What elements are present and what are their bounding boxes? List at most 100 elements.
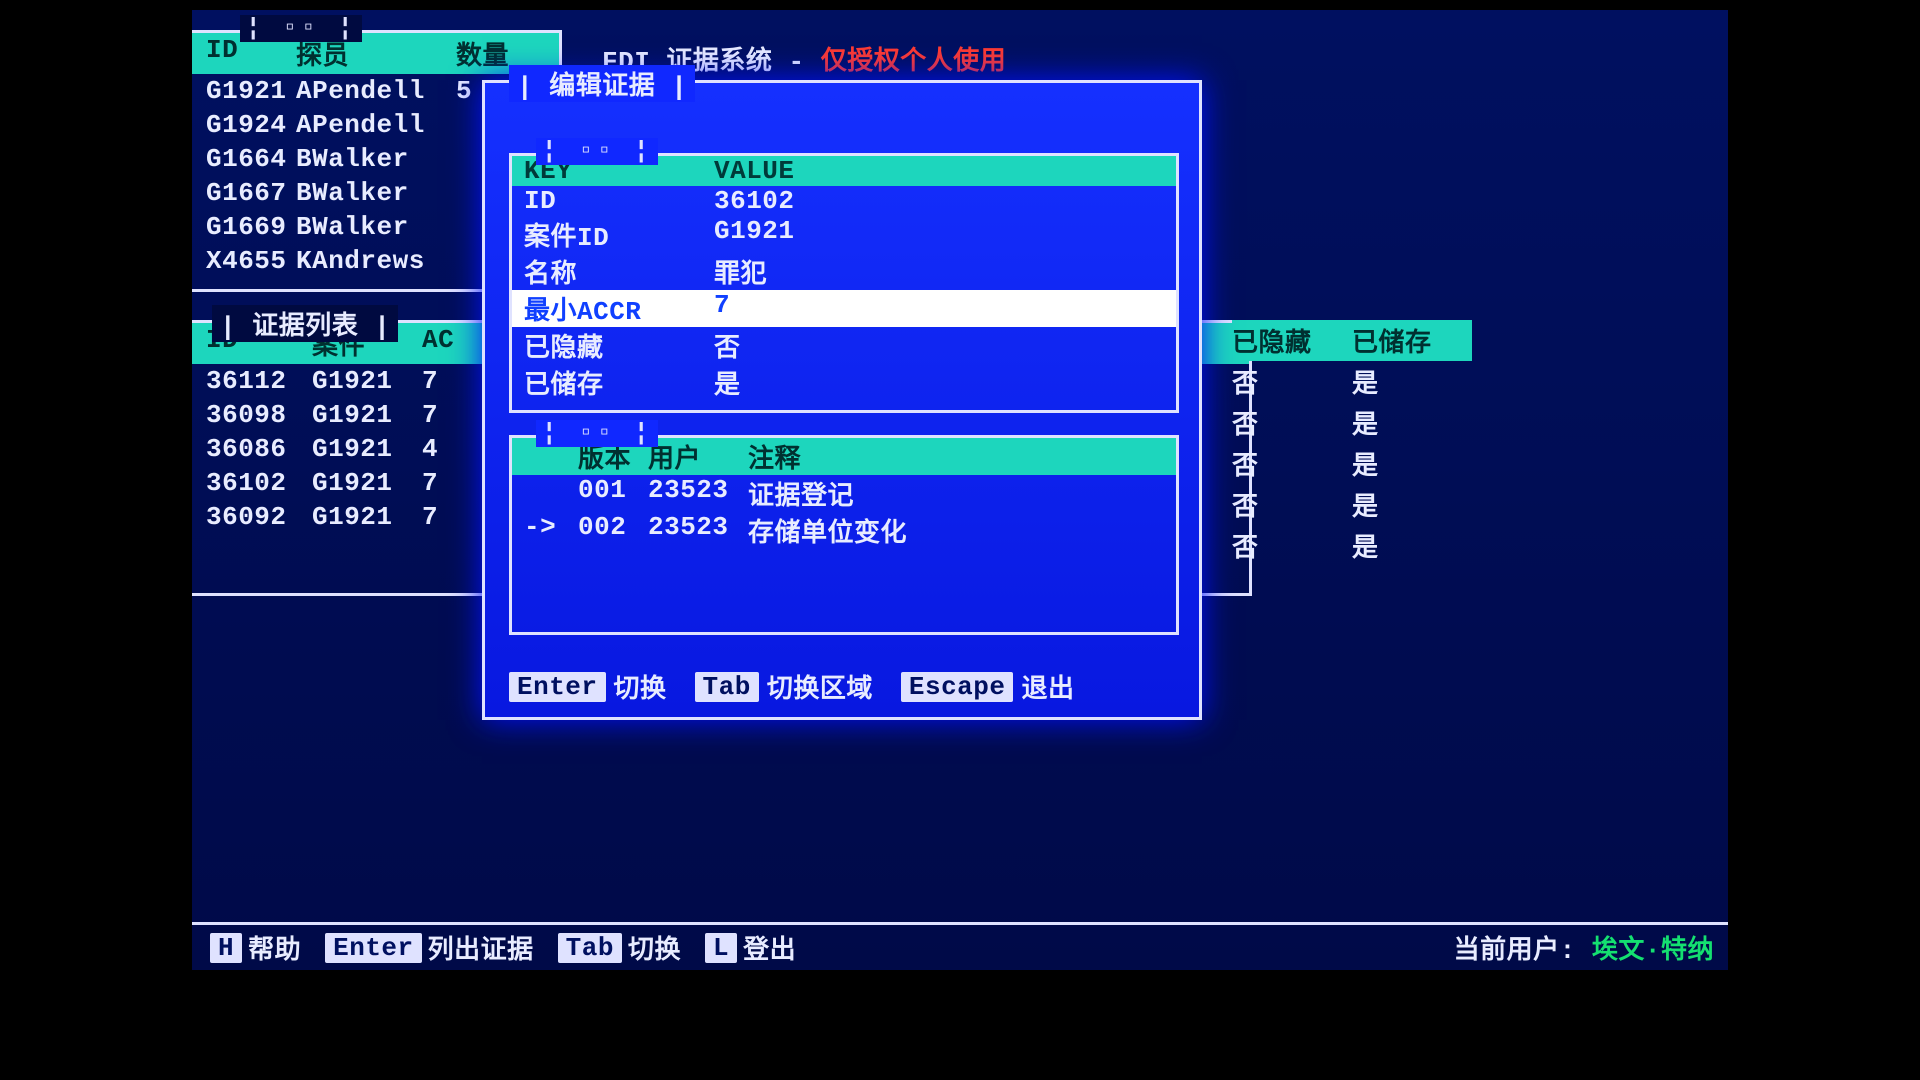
log-row[interactable]: ->00223523存储单位变化 bbox=[512, 512, 1176, 549]
modal-enter-key[interactable]: Enter bbox=[509, 672, 606, 702]
evidence-id: 36112 bbox=[206, 366, 312, 396]
kv-value: 7 bbox=[714, 290, 1164, 327]
flag-hidden: 否 bbox=[1232, 527, 1352, 564]
kv-key: 已储存 bbox=[524, 364, 714, 401]
agent-id: G1924 bbox=[206, 110, 296, 140]
flags-row: 否是 bbox=[1232, 525, 1472, 566]
evidence-case: G1921 bbox=[312, 468, 422, 498]
log-arrow-icon: -> bbox=[524, 512, 578, 549]
modal-title: | 编辑证据 | bbox=[509, 65, 695, 102]
agent-id: G1669 bbox=[206, 212, 296, 242]
evidence-log-panel: ¦ ▫▫ ¦ 版本 用户 注释 00123523证据登记->00223523存储… bbox=[509, 435, 1179, 635]
kv-key: ID bbox=[524, 186, 714, 216]
evidence-id: 36098 bbox=[206, 400, 312, 430]
agent-id: G1667 bbox=[206, 178, 296, 208]
modal-esc-label: 退出 bbox=[1021, 668, 1074, 705]
kv-value: 36102 bbox=[714, 186, 1164, 216]
terminal-screen: FDI 证据系统 - 仅授权个人使用 ¦ ▫▫ ¦ ID 探员 数量 G1921… bbox=[192, 10, 1728, 970]
col-stored: 已储存 bbox=[1352, 322, 1452, 359]
kv-row[interactable]: 已隐藏否 bbox=[512, 327, 1176, 364]
kv-key: 已隐藏 bbox=[524, 327, 714, 364]
enter-label: 列出证据 bbox=[428, 929, 534, 966]
agent-name: BWalker bbox=[296, 144, 456, 174]
log-user: 23523 bbox=[648, 512, 748, 549]
agent-id: G1921 bbox=[206, 76, 296, 106]
flag-stored: 是 bbox=[1352, 363, 1452, 400]
help-key[interactable]: H bbox=[210, 933, 242, 963]
edit-evidence-modal: | 编辑证据 | ¦ ▫▫ ¦ KEY VALUE ID36102案件IDG19… bbox=[482, 80, 1202, 720]
kv-value: 是 bbox=[714, 364, 1164, 401]
evidence-flags-panel: 已隐藏 已储存 否是否是否是否是否是 bbox=[1232, 320, 1472, 596]
kv-key: 名称 bbox=[524, 253, 714, 290]
flags-row: 否是 bbox=[1232, 402, 1472, 443]
agent-id: G1664 bbox=[206, 144, 296, 174]
log-version: 002 bbox=[578, 512, 648, 549]
tab-label: 切换 bbox=[628, 929, 681, 966]
agent-name: BWalker bbox=[296, 212, 456, 242]
help-bar: H 帮助 Enter 列出证据 Tab 切换 L 登出 当前用户: 埃文·特纳 bbox=[192, 922, 1728, 970]
agent-id: X4655 bbox=[206, 246, 296, 276]
flags-row: 否是 bbox=[1232, 443, 1472, 484]
kv-value: G1921 bbox=[714, 216, 1164, 253]
flags-header: 已隐藏 已储存 bbox=[1232, 320, 1472, 361]
evidence-case: G1921 bbox=[312, 400, 422, 430]
log-user: 23523 bbox=[648, 475, 748, 512]
kv-key: 案件ID bbox=[524, 216, 714, 253]
kv-value: 罪犯 bbox=[714, 253, 1164, 290]
col-user: 用户 bbox=[648, 438, 748, 475]
flag-stored: 是 bbox=[1352, 527, 1452, 564]
log-arrow-icon bbox=[524, 475, 578, 512]
evidence-case: G1921 bbox=[312, 366, 422, 396]
kv-key: 最小ACCR bbox=[524, 290, 714, 327]
logout-label: 登出 bbox=[743, 929, 796, 966]
flag-hidden: 否 bbox=[1232, 404, 1352, 441]
evidence-case: G1921 bbox=[312, 434, 422, 464]
kv-row[interactable]: 已储存是 bbox=[512, 364, 1176, 401]
auth-warning: 仅授权个人使用 bbox=[821, 47, 1007, 77]
log-note: 存储单位变化 bbox=[748, 512, 1164, 549]
log-version: 001 bbox=[578, 475, 648, 512]
tab-key[interactable]: Tab bbox=[558, 933, 622, 963]
flag-stored: 是 bbox=[1352, 486, 1452, 523]
evidence-id: 36102 bbox=[206, 468, 312, 498]
log-row[interactable]: 00123523证据登记 bbox=[512, 475, 1176, 512]
flag-stored: 是 bbox=[1352, 404, 1452, 441]
agent-name: KAndrews bbox=[296, 246, 456, 276]
help-label: 帮助 bbox=[248, 929, 301, 966]
flag-hidden: 否 bbox=[1232, 445, 1352, 482]
evidence-id: 36092 bbox=[206, 502, 312, 532]
kv-value: 否 bbox=[714, 327, 1164, 364]
agent-name: BWalker bbox=[296, 178, 456, 208]
modal-tab-key[interactable]: Tab bbox=[695, 672, 759, 702]
col-value: VALUE bbox=[714, 156, 1164, 186]
agent-name: APendell bbox=[296, 76, 456, 106]
flag-hidden: 否 bbox=[1232, 363, 1352, 400]
current-user-label: 当前用户: bbox=[1454, 929, 1576, 966]
flags-row: 否是 bbox=[1232, 361, 1472, 402]
modal-esc-key[interactable]: Escape bbox=[901, 672, 1014, 702]
kv-row[interactable]: 最小ACCR7 bbox=[512, 290, 1176, 327]
logout-key[interactable]: L bbox=[705, 933, 737, 963]
col-note: 注释 bbox=[748, 438, 1164, 475]
flag-hidden: 否 bbox=[1232, 486, 1352, 523]
log-note: 证据登记 bbox=[748, 475, 1164, 512]
modal-help-bar: Enter 切换 Tab 切换区域 Escape 退出 bbox=[509, 668, 1103, 705]
kv-row[interactable]: ID36102 bbox=[512, 186, 1176, 216]
evidence-id: 36086 bbox=[206, 434, 312, 464]
evidence-list-title: | 证据列表 | bbox=[212, 305, 398, 342]
current-user-value: 埃文·特纳 bbox=[1592, 929, 1714, 966]
panel-notch: ¦ ▫▫ ¦ bbox=[536, 138, 658, 165]
evidence-fields-panel: ¦ ▫▫ ¦ KEY VALUE ID36102案件IDG1921名称罪犯最小A… bbox=[509, 153, 1179, 413]
flags-row: 否是 bbox=[1232, 484, 1472, 525]
evidence-case: G1921 bbox=[312, 502, 422, 532]
kv-row[interactable]: 名称罪犯 bbox=[512, 253, 1176, 290]
modal-tab-label: 切换区域 bbox=[767, 668, 873, 705]
enter-key[interactable]: Enter bbox=[325, 933, 422, 963]
kv-row[interactable]: 案件IDG1921 bbox=[512, 216, 1176, 253]
panel-notch: ¦ ▫▫ ¦ bbox=[536, 420, 658, 447]
modal-enter-label: 切换 bbox=[614, 668, 667, 705]
flag-stored: 是 bbox=[1352, 445, 1452, 482]
col-hidden: 已隐藏 bbox=[1232, 322, 1352, 359]
agent-name: APendell bbox=[296, 110, 456, 140]
panel-notch: ¦ ▫▫ ¦ bbox=[240, 15, 362, 42]
